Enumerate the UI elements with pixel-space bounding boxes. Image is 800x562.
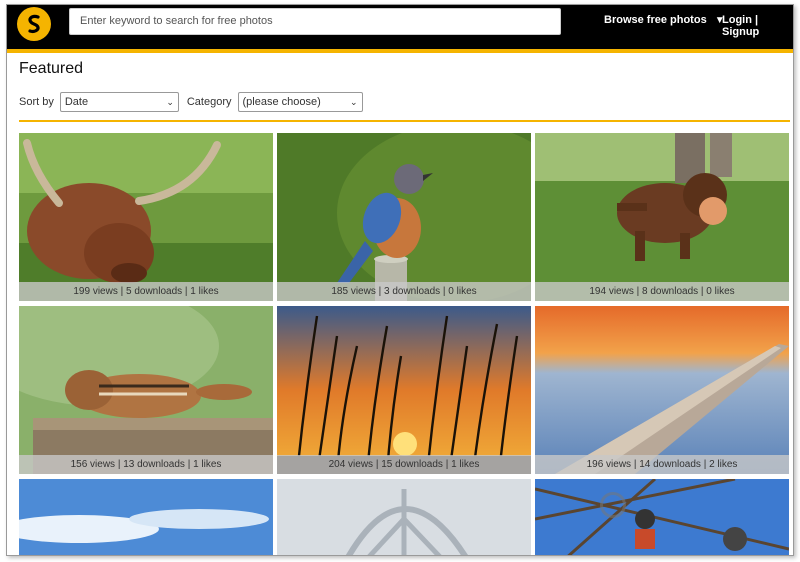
- photo-card[interactable]: 204 views | 15 downloads | 1 likes: [277, 306, 531, 474]
- login-link[interactable]: Login: [722, 14, 752, 26]
- chevron-down-icon: ⌄: [166, 96, 174, 107]
- photo-stats: 185 views | 3 downloads | 0 likes: [277, 282, 531, 301]
- category-label: Category: [186, 96, 232, 108]
- photo-bluebird: [277, 133, 531, 301]
- photo-pier-sunset: [535, 306, 789, 474]
- photo-stats: 199 views | 5 downloads | 1 likes: [19, 282, 273, 301]
- photo-card[interactable]: 199 views | 5 downloads | 1 likes: [19, 133, 273, 301]
- signup-link[interactable]: Signup: [722, 26, 759, 38]
- photo-reeds-sunset: [277, 306, 531, 474]
- photo-stats: 204 views | 15 downloads | 1 likes: [277, 455, 531, 474]
- auth-separator: |: [751, 14, 759, 26]
- sort-select[interactable]: Date ⌄: [59, 92, 179, 112]
- sort-value: Date: [64, 96, 89, 108]
- search-input[interactable]: Enter keyword to search for free photos: [69, 8, 561, 35]
- photo-card[interactable]: [19, 479, 273, 555]
- photo-stats: 194 views | 8 downloads | 0 likes: [535, 282, 789, 301]
- top-navbar: Enter keyword to search for free photos …: [7, 5, 793, 49]
- photo-card[interactable]: 156 views | 13 downloads | 1 likes: [19, 306, 273, 474]
- photo-card[interactable]: 196 views | 14 downloads | 2 likes: [535, 306, 789, 474]
- photo-stats: 156 views | 13 downloads | 1 likes: [19, 455, 273, 474]
- watermark-overlay: [600, 485, 790, 525]
- page-title: Featured: [19, 60, 84, 77]
- sort-label: Sort by: [19, 96, 54, 108]
- photo-chipmunk: [19, 306, 273, 474]
- browser-frame: Enter keyword to search for free photos …: [6, 4, 794, 556]
- photo-card[interactable]: 185 views | 3 downloads | 0 likes: [277, 133, 531, 301]
- filter-bar: Sort by Date ⌄ Category (please choose) …: [19, 91, 363, 113]
- watermark-icon: [600, 492, 626, 518]
- category-value: (please choose): [242, 96, 321, 108]
- photo-snow-drawing: [277, 479, 531, 555]
- header-accent-bar: [7, 49, 793, 53]
- photo-card[interactable]: 194 views | 8 downloads | 0 likes: [535, 133, 789, 301]
- auth-links: Login | Signup: [722, 14, 793, 38]
- photo-card[interactable]: [277, 479, 531, 555]
- section-divider: [19, 120, 790, 122]
- logo-icon: [28, 14, 40, 34]
- site-logo[interactable]: [17, 7, 51, 41]
- browse-photos-menu[interactable]: Browse free photos ▼: [604, 14, 725, 26]
- photo-highland-cow: [19, 133, 273, 301]
- chevron-down-icon: ⌄: [349, 96, 358, 107]
- category-select[interactable]: (please choose) ⌄: [237, 92, 363, 112]
- photo-stats: 196 views | 14 downloads | 2 likes: [535, 455, 789, 474]
- browse-label: Browse free photos: [604, 14, 707, 26]
- photo-blue-sky: [19, 479, 273, 555]
- photo-puppy-ball: [535, 133, 789, 301]
